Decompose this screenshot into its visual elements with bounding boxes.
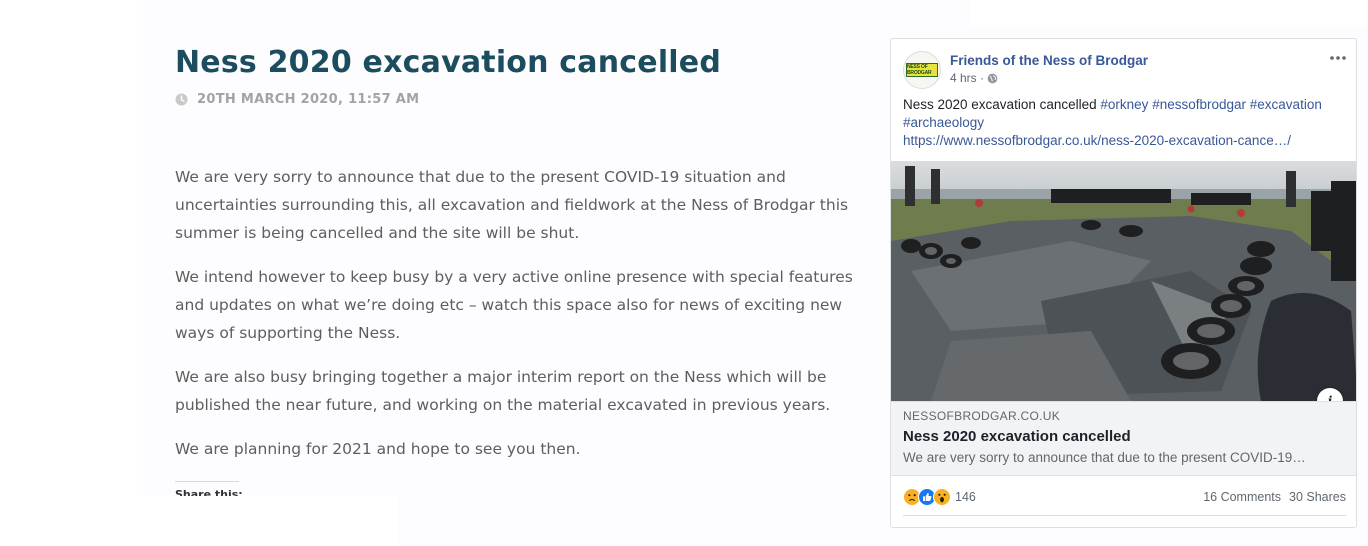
link-description: We are very sorry to announce that due t… <box>903 450 1306 465</box>
hashtag-link[interactable]: #nessofbrodgar <box>1152 97 1246 112</box>
fb-time-text: 4 hrs · <box>950 71 985 85</box>
fb-name-block: Friends of the Ness of Brodgar 4 hrs · <box>950 52 1148 89</box>
page-background-patch <box>970 0 1368 26</box>
share-divider <box>175 481 239 482</box>
facebook-embed: NESS OF BRODGAR Friends of the Ness of B… <box>890 38 1357 528</box>
article: Ness 2020 excavation cancelled 20TH MARC… <box>175 40 880 496</box>
wow-icon <box>933 488 951 506</box>
more-options-icon[interactable] <box>1328 51 1348 65</box>
fb-engagement-counts: 16 Comments 30 Shares <box>1203 490 1346 504</box>
fb-link-preview[interactable]: NESSOFBRODGAR.CO.UK Ness 2020 excavation… <box>891 401 1356 476</box>
hashtag-link[interactable]: #excavation <box>1250 97 1322 112</box>
hashtag-link[interactable]: #archaeology <box>903 115 984 130</box>
page-title: Ness 2020 excavation cancelled <box>175 45 722 80</box>
ness-logo: NESS OF BRODGAR <box>906 63 938 77</box>
paragraph: We are very sorry to announce that due t… <box>175 168 849 242</box>
fb-post-time[interactable]: 4 hrs · <box>950 70 1148 86</box>
clock-icon <box>175 93 188 106</box>
paragraph: We are planning for 2021 and hope to see… <box>175 440 581 458</box>
link-title: Ness 2020 excavation cancelled <box>903 428 1131 445</box>
fb-post-intro: Ness 2020 excavation cancelled <box>903 97 1097 112</box>
paragraph: We are also busy bringing together a maj… <box>175 368 831 414</box>
globe-icon <box>987 73 998 83</box>
share-label: Share this: <box>175 488 243 496</box>
fb-post-text: Ness 2020 excavation cancelled #orkney #… <box>903 96 1348 150</box>
paragraph: We intend however to keep busy by a very… <box>175 268 853 342</box>
article-body: We are very sorry to announce that due t… <box>175 163 880 463</box>
avatar[interactable]: NESS OF BRODGAR <box>903 51 941 89</box>
fb-page-name-link[interactable]: Friends of the Ness of Brodgar <box>950 52 1148 70</box>
comments-count-link[interactable]: 16 Comments <box>1203 490 1281 504</box>
shares-count-link[interactable]: 30 Shares <box>1289 490 1346 504</box>
post-meta: 20TH MARCH 2020, 11:57 AM <box>175 92 880 107</box>
link-domain: NESSOFBRODGAR.CO.UK <box>903 409 1061 423</box>
reaction-count[interactable]: 146 <box>955 490 976 504</box>
fb-post-header: NESS OF BRODGAR Friends of the Ness of B… <box>903 51 1148 89</box>
page-background-patch <box>0 496 398 546</box>
excavation-photo[interactable] <box>891 161 1357 401</box>
hashtag-link[interactable]: #orkney <box>1100 97 1148 112</box>
fb-footer-divider <box>903 515 1346 516</box>
fb-post-footer: 146 16 Comments 30 Shares <box>903 484 1346 510</box>
reactions[interactable] <box>903 488 951 506</box>
fb-post-url-link[interactable]: https://www.nessofbrodgar.co.uk/ness-202… <box>903 133 1291 148</box>
post-date: 20TH MARCH 2020, 11:57 AM <box>197 92 420 107</box>
